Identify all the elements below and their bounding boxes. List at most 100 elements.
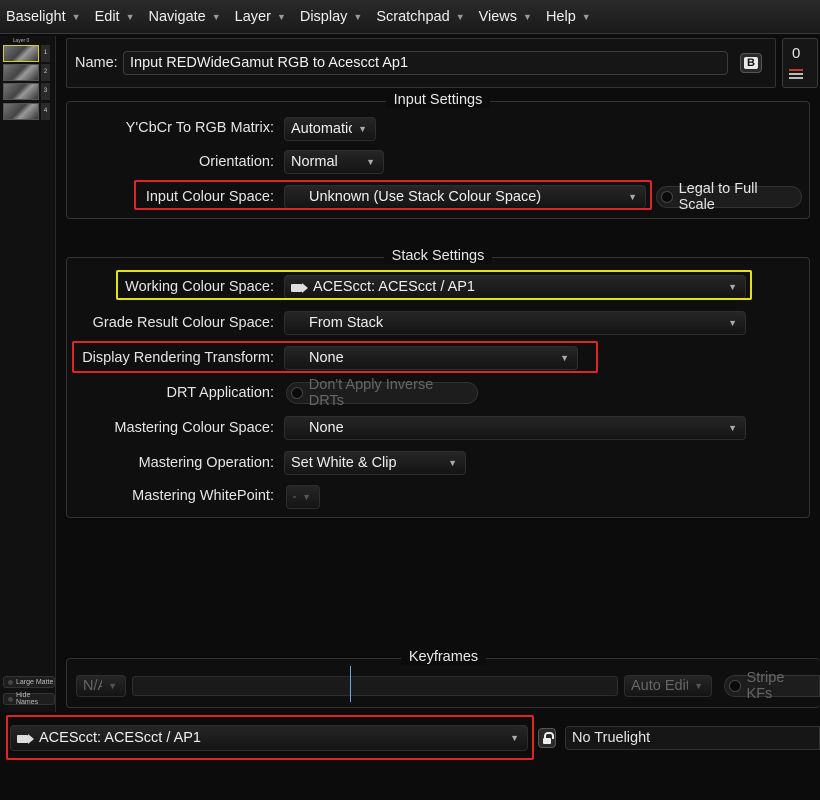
chevron-down-icon: ▼ xyxy=(366,157,375,167)
keyframe-na-dropdown[interactable]: N/A ▼ xyxy=(76,675,126,697)
chevron-down-icon: ▼ xyxy=(728,318,737,328)
stripe-kfs-label: Stripe KFs xyxy=(746,670,785,702)
grade-result-label: Grade Result Colour Space: xyxy=(92,315,274,331)
ycbcr-label: Y'CbCr To RGB Matrix: xyxy=(125,120,274,136)
menu-label: Help xyxy=(545,8,576,25)
playhead-cursor[interactable] xyxy=(350,666,351,702)
chevron-down-icon: ▼ xyxy=(628,192,637,202)
name-field[interactable]: Input REDWideGamut RGB to Acescct Ap1 xyxy=(123,51,728,75)
chevron-down-icon: ▼ xyxy=(581,11,591,22)
layer-thumbnail-4[interactable] xyxy=(3,103,39,120)
menu-label: Edit xyxy=(94,8,120,25)
chevron-down-icon: ▼ xyxy=(523,11,532,22)
menu-label: Views xyxy=(478,8,518,25)
dropdown-value: Normal xyxy=(291,154,338,170)
viewer-colour-space-dropdown[interactable]: ACEScct: ACEScct / AP1 ▼ xyxy=(10,725,528,751)
orientation-label: Orientation: xyxy=(199,154,274,170)
grade-result-dropdown[interactable]: From Stack ▼ xyxy=(284,311,746,335)
truelight-field[interactable]: No Truelight xyxy=(565,726,820,750)
chevron-down-icon: ▼ xyxy=(448,458,457,468)
working-colour-space-label: Working Colour Space: xyxy=(125,279,274,295)
orientation-dropdown[interactable]: Normal ▼ xyxy=(284,150,384,174)
layer-strip: Layer 0 1 2 3 4 Large Matte Hide Names xyxy=(0,36,56,712)
dropdown-value: N/A xyxy=(83,678,102,694)
stack-settings-title: Stack Settings xyxy=(67,248,809,264)
mastering-operation-label: Mastering Operation: xyxy=(138,455,274,471)
menu-edit[interactable]: Edit ▼ xyxy=(95,9,135,25)
menu-label: Scratchpad xyxy=(376,8,450,25)
legal-to-full-label: Legal to Full Scale xyxy=(678,181,758,213)
mastering-whitepoint-label: Mastering WhitePoint: xyxy=(132,488,274,504)
dropdown-value: Set White & Clip xyxy=(291,455,397,471)
lock-icon[interactable] xyxy=(538,728,556,748)
name-panel: Name: Input REDWideGamut RGB to Acescct … xyxy=(66,38,776,88)
hide-names-toggle[interactable]: Hide Names xyxy=(3,692,55,706)
menu-label: Baselight xyxy=(6,8,66,25)
menu-lines-icon xyxy=(789,69,803,81)
hide-names-label: Hide Names xyxy=(15,692,39,706)
layer-thumbnail-3[interactable] xyxy=(3,83,39,100)
layer-thumbnail-1[interactable] xyxy=(3,45,39,62)
chevron-down-icon: ▼ xyxy=(71,11,81,22)
dropdown-value: – xyxy=(293,489,296,505)
large-matte-toggle[interactable]: Large Matte xyxy=(3,676,55,688)
large-matte-label: Large Matte xyxy=(16,678,54,686)
chevron-down-icon: ▼ xyxy=(510,733,519,743)
drt-application-toggle[interactable]: Don't Apply Inverse DRTs xyxy=(286,377,478,409)
camera-icon xyxy=(291,282,308,293)
input-settings-title: Input Settings xyxy=(67,92,809,108)
mastering-colour-space-dropdown[interactable]: None ▼ xyxy=(284,416,746,440)
name-label: Name: xyxy=(75,55,118,71)
menu-help[interactable]: Help ▼ xyxy=(546,9,591,25)
dropdown-value: ACEScct: ACEScct / AP1 xyxy=(313,279,475,295)
dropdown-value: ACEScct: ACEScct / AP1 xyxy=(39,730,201,746)
menu-label: Layer xyxy=(234,8,271,25)
drt-label: Display Rendering Transform: xyxy=(82,350,274,366)
input-colour-space-dropdown[interactable]: Unknown (Use Stack Colour Space) ▼ xyxy=(284,185,646,209)
menu-bar: Baselight ▼ Edit ▼ Navigate ▼ Layer ▼ Displa… xyxy=(0,0,820,34)
dropdown-value: None xyxy=(309,350,344,366)
layer-number: 1 xyxy=(41,45,50,62)
counter-box[interactable]: 0 xyxy=(782,38,818,88)
chevron-down-icon: ▼ xyxy=(276,11,286,22)
menu-navigate[interactable]: Navigate ▼ xyxy=(149,9,221,25)
menu-views[interactable]: Views ▼ xyxy=(479,9,532,25)
menu-scratchpad[interactable]: Scratchpad ▼ xyxy=(376,9,464,25)
drt-application-value: Don't Apply Inverse DRTs xyxy=(308,377,434,409)
dropdown-value: From Stack xyxy=(309,315,384,331)
mastering-operation-dropdown[interactable]: Set White & Clip ▼ xyxy=(284,451,466,475)
chevron-down-icon: ▼ xyxy=(125,11,135,22)
camera-icon xyxy=(17,733,34,744)
drt-dropdown[interactable]: None ▼ xyxy=(284,346,578,370)
toggle-dot-icon xyxy=(8,679,13,685)
chevron-down-icon: ▼ xyxy=(694,681,703,691)
menu-layer[interactable]: Layer ▼ xyxy=(235,9,286,25)
layer-thumbnail-2[interactable] xyxy=(3,64,39,81)
chevron-down-icon: ▼ xyxy=(302,492,311,502)
chevron-down-icon: ▼ xyxy=(353,11,363,22)
legal-to-full-scale-toggle[interactable]: Legal to Full Scale xyxy=(656,181,802,213)
toggle-dot-icon xyxy=(8,696,13,702)
counter-value: 0 xyxy=(792,45,801,62)
b-button[interactable]: B xyxy=(740,53,762,73)
stripe-kfs-toggle[interactable]: Stripe KFs xyxy=(724,670,820,702)
chevron-down-icon: ▼ xyxy=(358,124,367,134)
chevron-down-icon: ▼ xyxy=(211,11,221,22)
drt-application-label: DRT Application: xyxy=(166,385,274,401)
menu-display[interactable]: Display ▼ xyxy=(300,9,362,25)
keyframes-title: Keyframes xyxy=(67,649,820,665)
chevron-down-icon: ▼ xyxy=(455,11,465,22)
chevron-down-icon: ▼ xyxy=(728,423,737,433)
ycbcr-dropdown[interactable]: Automatic ▼ xyxy=(284,117,376,141)
mastering-whitepoint-dropdown[interactable]: –▼ xyxy=(286,485,320,509)
mastering-colour-space-label: Mastering Colour Space: xyxy=(114,420,274,436)
keyframe-track[interactable] xyxy=(132,676,618,696)
radio-dot-icon xyxy=(291,387,303,399)
chevron-down-icon: ▼ xyxy=(728,282,737,292)
dropdown-value: Auto Edit xyxy=(631,678,689,694)
layer-number: 3 xyxy=(41,83,50,100)
dropdown-value: Automatic xyxy=(291,121,353,137)
menu-baselight[interactable]: Baselight ▼ xyxy=(6,9,81,25)
auto-edit-dropdown[interactable]: Auto Edit ▼ xyxy=(624,675,712,697)
working-colour-space-dropdown[interactable]: ACEScct: ACEScct / AP1 ▼ xyxy=(284,275,746,299)
